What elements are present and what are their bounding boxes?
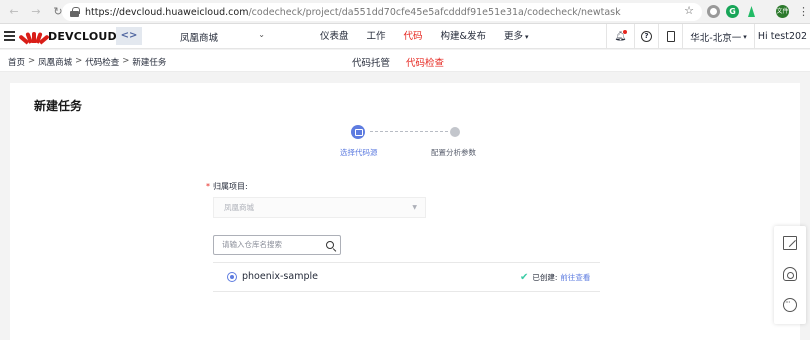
breadcrumb-home[interactable]: 首页 [8, 56, 25, 68]
code-subtabs: 代码托管 代码检查 [352, 55, 460, 69]
breadcrumb-codecheck[interactable]: 代码检查 [85, 56, 119, 68]
user-menu[interactable]: Hi test202 [754, 24, 810, 49]
breadcrumb-separator: > [28, 56, 36, 66]
project-name: 凤凰商城 [180, 32, 219, 44]
url-host: https://devcloud.huaweicloud.com [85, 6, 249, 18]
step-config-params-label: 配置分析参数 [431, 148, 476, 157]
region-label: 华北-北京一 [690, 32, 742, 44]
breadcrumb-separator: > [122, 56, 130, 66]
bookmark-star-icon[interactable]: ☆ [684, 4, 694, 17]
step-inactive-icon [450, 127, 460, 137]
required-asterisk: * [206, 182, 210, 191]
page-title: 新建任务 [34, 99, 83, 113]
forward-icon[interactable]: → [28, 4, 44, 20]
new-task-card: 新建任务 选择代码源 配置分析参数 * 归属项目: 凤凰商城 ▼ 请输入仓库名搜索… [10, 83, 800, 340]
chat-icon[interactable] [783, 298, 797, 312]
help-icon: ? [641, 31, 652, 42]
nav-code[interactable]: 代码 [404, 24, 423, 49]
logo-text: DEVCLOUD [48, 30, 117, 43]
huawei-logo-icon [18, 30, 50, 45]
back-icon[interactable]: ← [6, 4, 22, 20]
repo-status: ✔ 已创建: 前往查看 [520, 272, 590, 283]
notification-bell-icon[interactable]: 🔔︎ [606, 24, 634, 49]
step-active-icon [351, 125, 365, 139]
repo-search-placeholder: 请输入仓库名搜索 [222, 240, 282, 249]
project-field-label: * 归属项目: [206, 181, 248, 192]
document-icon[interactable] [658, 24, 682, 49]
lock-icon [70, 7, 80, 17]
breadcrumb-project[interactable]: 凤凰商城 [38, 56, 72, 68]
hamburger-menu-icon[interactable] [4, 31, 15, 41]
top-nav: 仪表盘 工作 代码 构建&发布 更多 ▾ [320, 24, 547, 49]
extension-badge[interactable]: 文件 [776, 5, 789, 18]
nav-more-label: 更多 [503, 31, 523, 42]
nav-work[interactable]: 工作 [367, 24, 386, 49]
breadcrumb-separator: > [75, 56, 83, 66]
repo-search-input[interactable]: 请输入仓库名搜索 [213, 235, 341, 255]
tab-code-hosting[interactable]: 代码托管 [352, 55, 390, 69]
tab-code-check[interactable]: 代码检查 [406, 55, 444, 69]
chevron-down-icon: ▼ [412, 204, 417, 211]
step-connector [370, 131, 448, 132]
notification-dot [623, 30, 627, 34]
feedback-edit-icon[interactable] [783, 236, 797, 250]
breadcrumb-current: 新建任务 [132, 58, 167, 68]
check-icon: ✔ [520, 272, 529, 283]
extension-circle-icon[interactable] [707, 5, 720, 18]
sub-header: 首页 > 凤凰商城 > 代码检查 > 新建任务 代码托管 代码检查 [0, 50, 810, 72]
project-field-select[interactable]: 凤凰商城 ▼ [213, 197, 426, 218]
floating-toolbar [774, 226, 806, 324]
project-field-label-text: 归属项目: [213, 182, 248, 191]
repo-status-text: 已创建: [532, 273, 558, 282]
browser-menu-icon[interactable]: ⋮ [798, 5, 809, 18]
chevron-down-icon: ▾ [524, 33, 529, 41]
step-select-source-label: 选择代码源 [340, 148, 378, 157]
nav-dashboard[interactable]: 仪表盘 [320, 24, 349, 49]
grammarly-icon[interactable]: G [726, 5, 739, 18]
url-path: /codecheck/project/da551dd70cfe45e5afcdd… [248, 6, 621, 18]
repo-name: phoenix-sample [242, 271, 318, 282]
project-field-value: 凤凰商城 [224, 203, 254, 212]
app-header: DEVCLOUD <> 凤凰商城 ⌄ 仪表盘 工作 代码 构建&发布 更多 ▾ 🔔… [0, 24, 810, 49]
region-selector[interactable]: 华北-北京一 ▾ [682, 24, 754, 49]
project-code-icon: <> [116, 27, 142, 45]
nav-build-release[interactable]: 构建&发布 [441, 24, 486, 49]
chevron-down-icon: ⌄ [258, 30, 265, 39]
devcloud-logo[interactable]: DEVCLOUD [18, 30, 117, 45]
address-bar[interactable]: https://devcloud.huaweicloud.com/codeche… [62, 3, 702, 21]
user-name: Hi test202 [757, 31, 808, 42]
nav-more[interactable]: 更多 ▾ [504, 24, 529, 49]
extension-flask-icon[interactable] [745, 5, 758, 18]
project-selector[interactable]: 凤凰商城 ⌄ [150, 28, 275, 45]
chevron-down-icon: ▾ [743, 32, 747, 41]
repo-list-item[interactable]: phoenix-sample ✔ 已创建: 前往查看 [213, 262, 600, 292]
breadcrumb: 首页 > 凤凰商城 > 代码检查 > 新建任务 [8, 56, 166, 68]
go-view-link[interactable]: 前往查看 [560, 272, 590, 283]
support-headset-icon[interactable] [783, 267, 797, 281]
header-tools: 🔔︎ ? 华北-北京一 ▾ Hi test202 [606, 24, 810, 49]
repo-radio-selected[interactable] [227, 272, 237, 282]
browser-toolbar: ← → ↻ https://devcloud.huaweicloud.com/c… [0, 0, 810, 24]
help-button[interactable]: ? [634, 24, 658, 49]
search-icon[interactable] [326, 241, 334, 249]
